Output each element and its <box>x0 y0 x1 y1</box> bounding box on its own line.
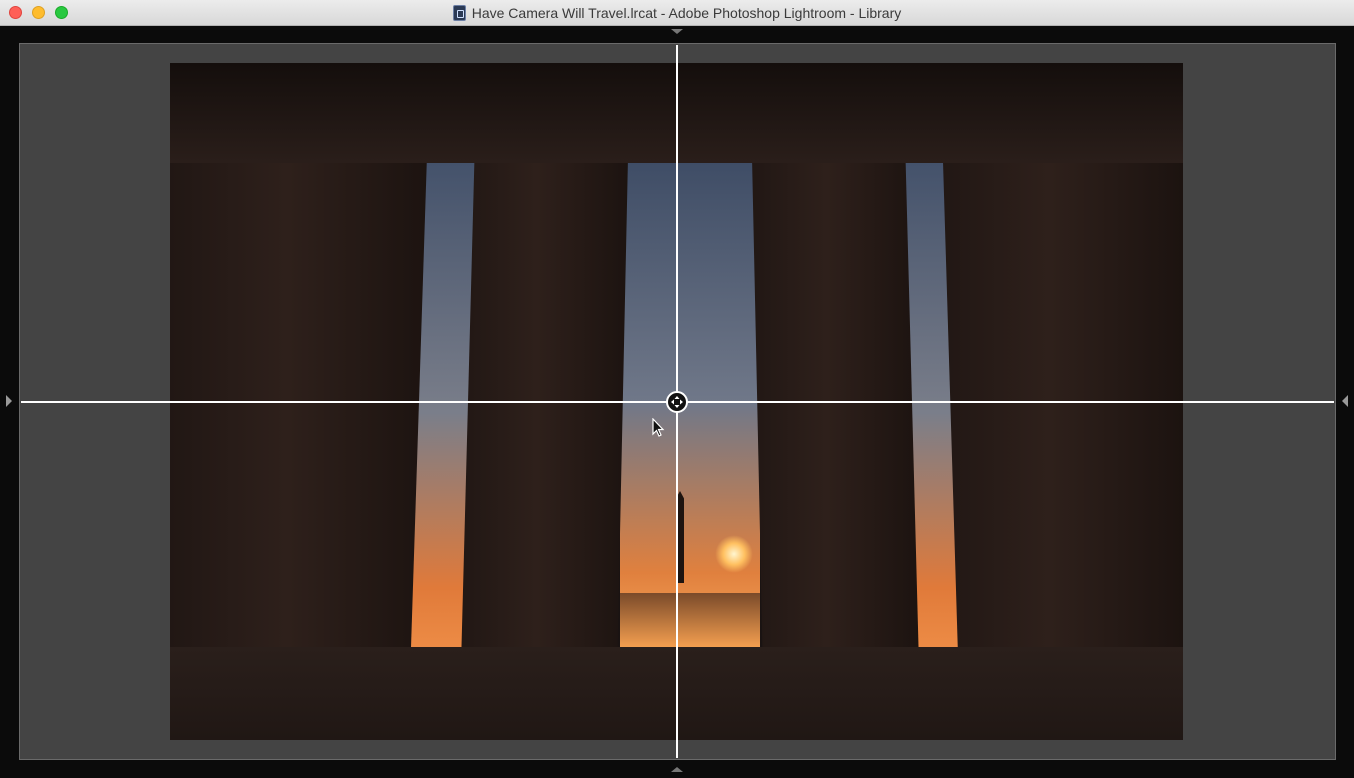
sky-gap <box>620 163 760 663</box>
window-title-group: Have Camera Will Travel.lrcat - Adobe Ph… <box>0 0 1354 25</box>
window-titlebar[interactable]: Have Camera Will Travel.lrcat - Adobe Ph… <box>0 0 1354 26</box>
arrow-pointer-icon <box>652 418 665 437</box>
collapse-left-panel-arrow-icon[interactable] <box>6 395 12 407</box>
window-title: Have Camera Will Travel.lrcat - Adobe Ph… <box>471 4 902 21</box>
reflecting-pool <box>620 593 760 648</box>
collapse-top-panel-arrow-icon[interactable] <box>671 29 683 34</box>
collapse-bottom-panel-arrow-icon[interactable] <box>671 767 683 772</box>
sun-glow <box>715 535 753 573</box>
move-arrows-glyph <box>671 396 683 408</box>
lightroom-catalog-icon <box>452 4 466 21</box>
move-crosshair-icon[interactable] <box>666 391 688 413</box>
collapse-right-panel-arrow-icon[interactable] <box>1342 395 1348 407</box>
